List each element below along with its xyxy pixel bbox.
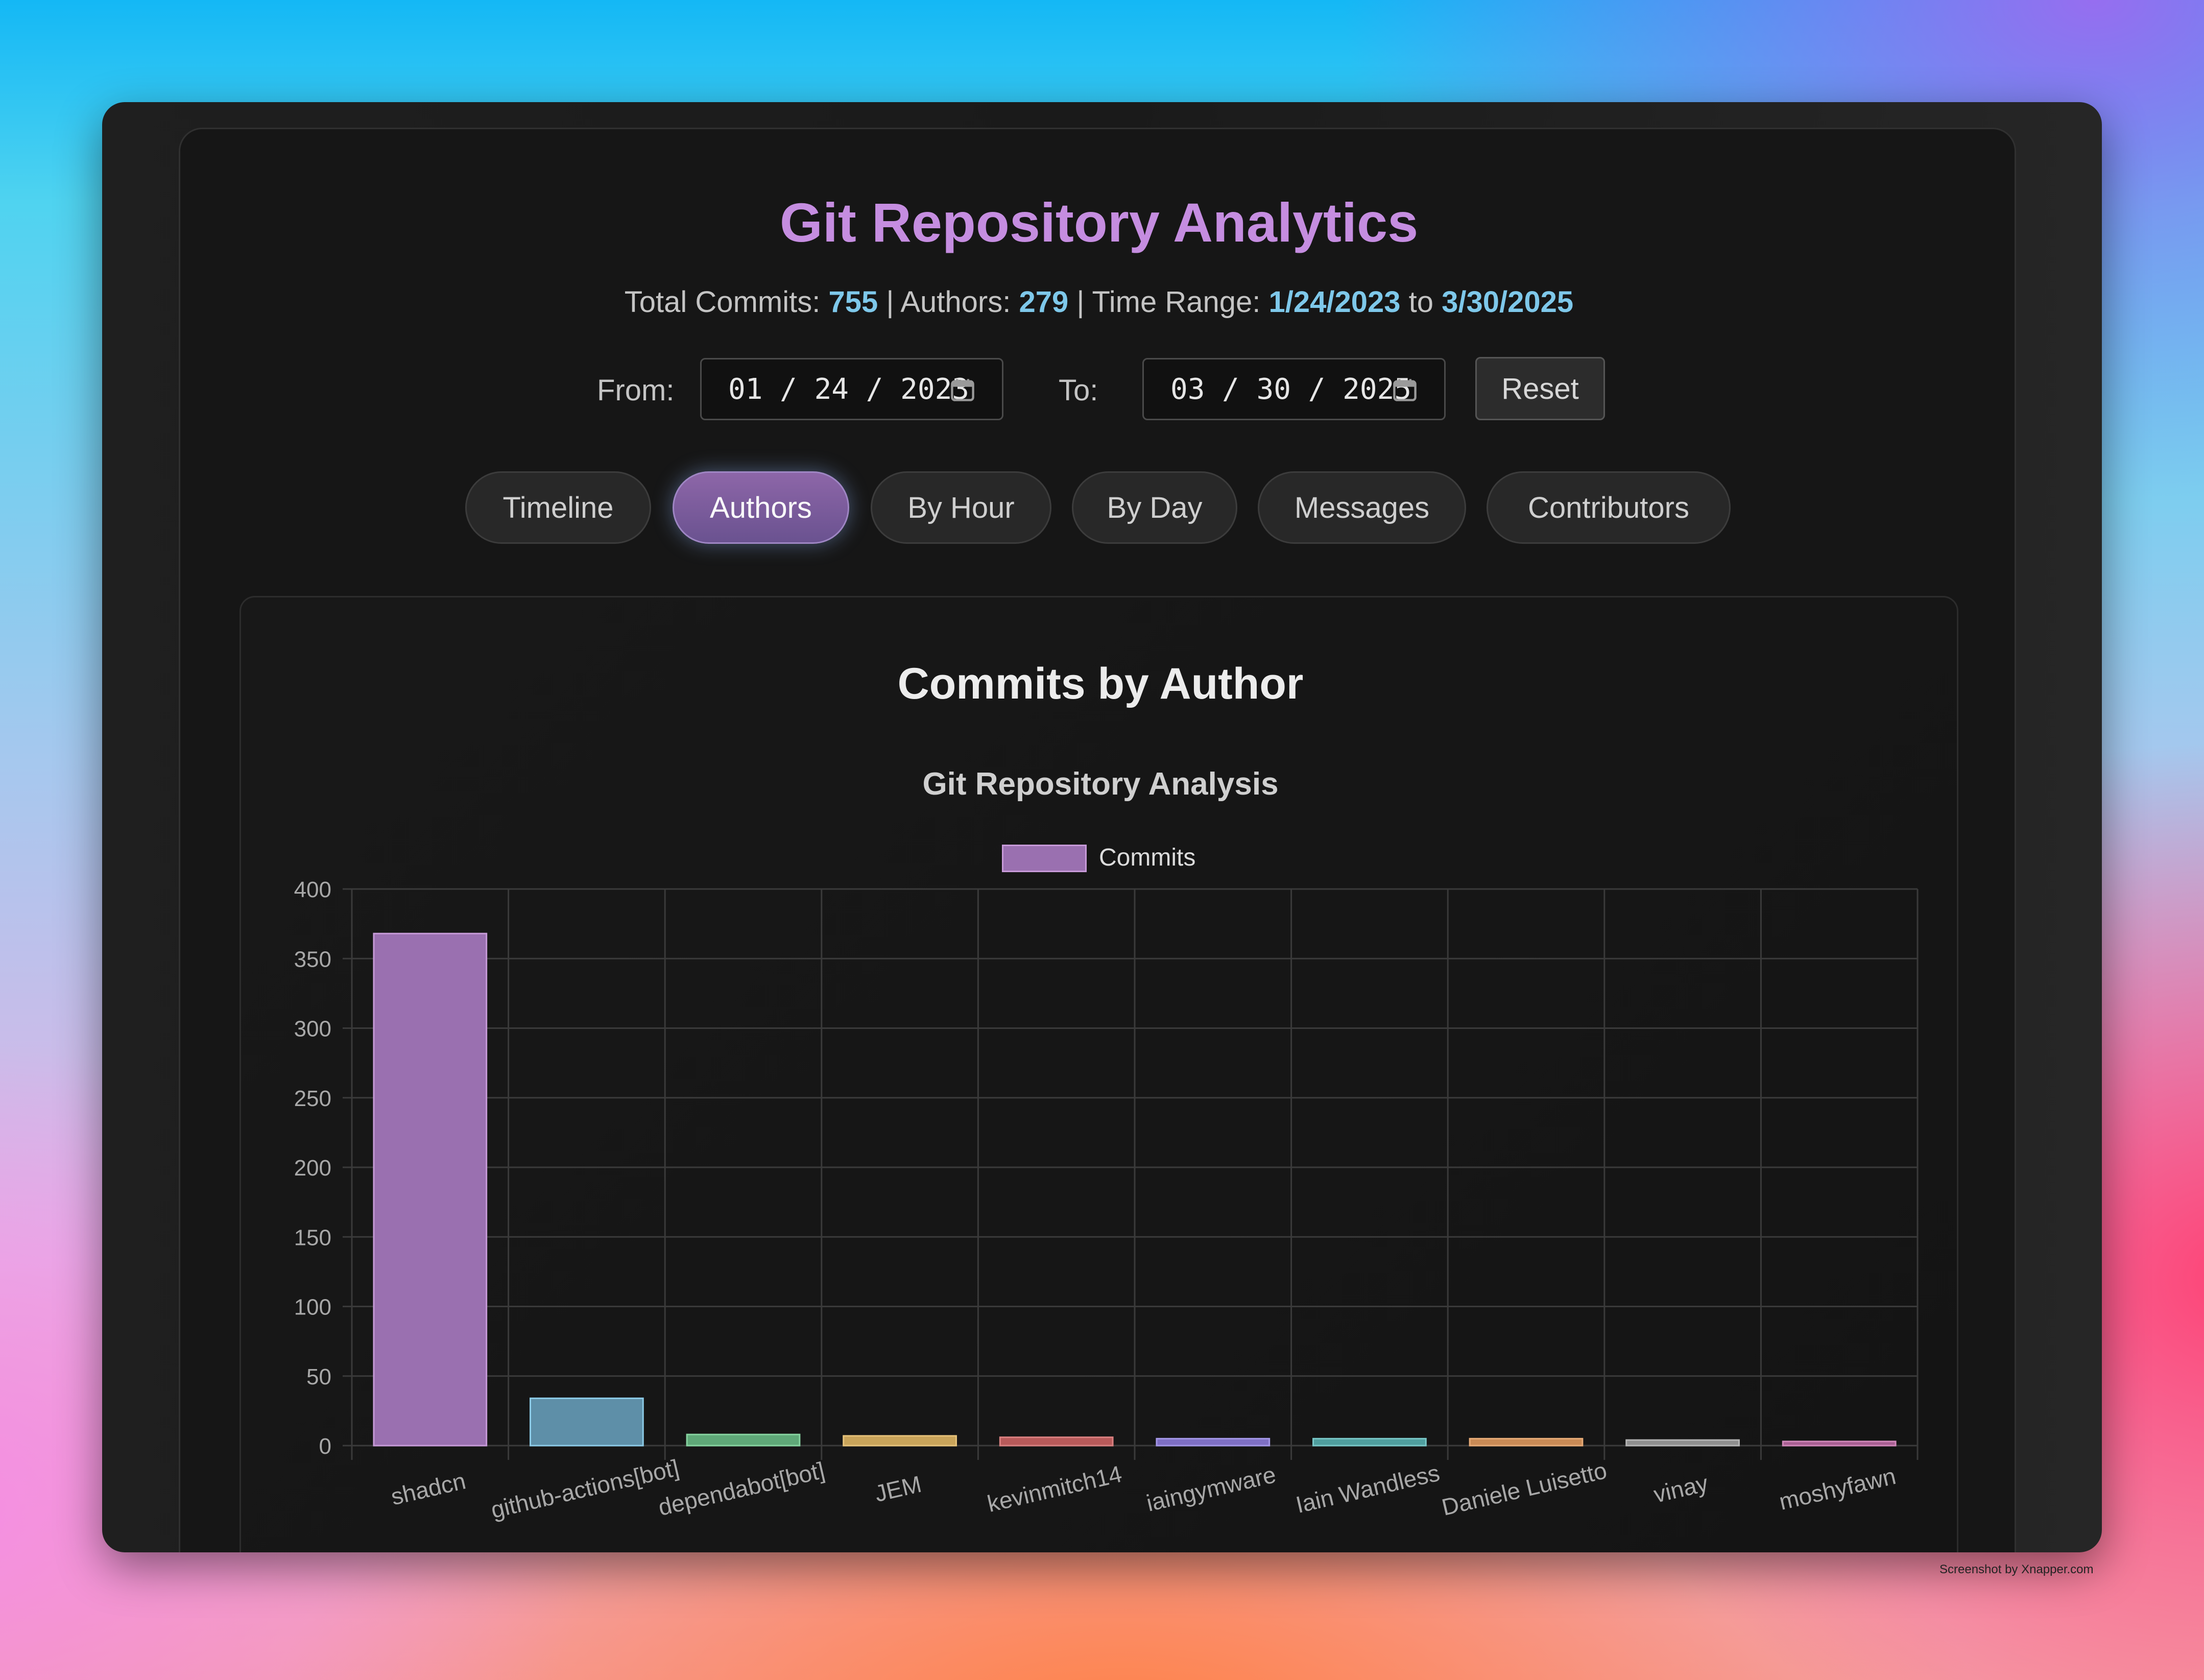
- total-commits-value: 755: [828, 285, 878, 319]
- y-tick-label: 400: [294, 877, 331, 902]
- y-tick-label: 300: [294, 1017, 331, 1042]
- bar: [686, 1433, 801, 1447]
- x-tick-label: Daniele Luisetto: [1439, 1457, 1609, 1521]
- x-tick-label: iaingymware: [1144, 1461, 1278, 1517]
- y-tick-label: 50: [306, 1364, 331, 1389]
- range-start-value: 1/24/2023: [1268, 285, 1401, 319]
- x-tick-label: Iain Wandless: [1293, 1459, 1443, 1518]
- x-tick-label: vinay: [1651, 1470, 1710, 1508]
- reset-button[interactable]: Reset: [1475, 357, 1605, 420]
- x-tick-label: JEM: [872, 1471, 924, 1507]
- from-label: From:: [597, 374, 675, 407]
- bar: [1469, 1437, 1584, 1447]
- x-tick-label: shadcn: [389, 1467, 468, 1510]
- bar: [373, 932, 488, 1447]
- to-label: To:: [1059, 374, 1098, 407]
- x-tick-label: kevinmitch14: [985, 1460, 1124, 1517]
- y-tick-label: 200: [294, 1156, 331, 1181]
- y-tick-label: 0: [319, 1434, 331, 1459]
- range-to-label: to: [1408, 285, 1434, 319]
- dashboard-panel: Git Repository Analytics Total Commits: …: [179, 128, 2016, 1552]
- page-title: Git Repository Analytics: [779, 191, 1419, 253]
- bar: [1625, 1439, 1740, 1447]
- bar: [999, 1436, 1114, 1447]
- tab-authors[interactable]: Authors: [673, 471, 849, 544]
- tab-timeline[interactable]: Timeline: [465, 471, 651, 544]
- summary-stats: Total Commits: 755 | Authors: 279 | Time…: [180, 285, 2018, 319]
- authors-label: | Authors:: [886, 285, 1011, 319]
- authors-value: 279: [1019, 285, 1069, 319]
- bar: [530, 1397, 644, 1447]
- y-tick-label: 100: [294, 1295, 331, 1320]
- from-date-value: 01 / 24 / 2023: [728, 372, 970, 406]
- tab-contributors[interactable]: Contributors: [1487, 471, 1731, 544]
- chart-card: Commits by Author Git Repository Analysi…: [239, 596, 1958, 1552]
- x-tick-label: dependabot[bot]: [656, 1457, 827, 1521]
- calendar-icon[interactable]: [949, 377, 976, 403]
- from-date-input[interactable]: 01 / 24 / 2023: [700, 358, 1003, 420]
- tab-by-hour[interactable]: By Hour: [871, 471, 1051, 544]
- total-commits-label: Total Commits:: [624, 285, 821, 319]
- bar-chart: 0 50 100 150 200 250 300 350 400 shadcn github-act…: [294, 877, 1919, 1523]
- x-tick-label: github-actions[bot]: [488, 1454, 681, 1523]
- bar: [843, 1435, 957, 1447]
- to-date-input[interactable]: 03 / 30 / 2025: [1142, 358, 1446, 420]
- y-tick-label: 150: [294, 1225, 331, 1250]
- tab-messages[interactable]: Messages: [1258, 471, 1466, 544]
- y-tick-label: 350: [294, 947, 331, 972]
- bar: [1782, 1441, 1897, 1447]
- bar: [1312, 1437, 1427, 1447]
- to-date-value: 03 / 30 / 2025: [1170, 372, 1412, 406]
- x-tick-label: moshyfawn: [1777, 1462, 1898, 1515]
- watermark: Screenshot by Xnapper.com: [1939, 1563, 2094, 1576]
- app-window: Git Repository Analytics Total Commits: …: [102, 102, 2102, 1552]
- bar: [1156, 1437, 1271, 1447]
- time-range-label: | Time Range:: [1076, 285, 1261, 319]
- calendar-icon[interactable]: [1391, 377, 1419, 403]
- y-tick-label: 250: [294, 1086, 331, 1111]
- tab-by-day[interactable]: By Day: [1072, 471, 1237, 544]
- range-end-value: 3/30/2025: [1442, 285, 1574, 319]
